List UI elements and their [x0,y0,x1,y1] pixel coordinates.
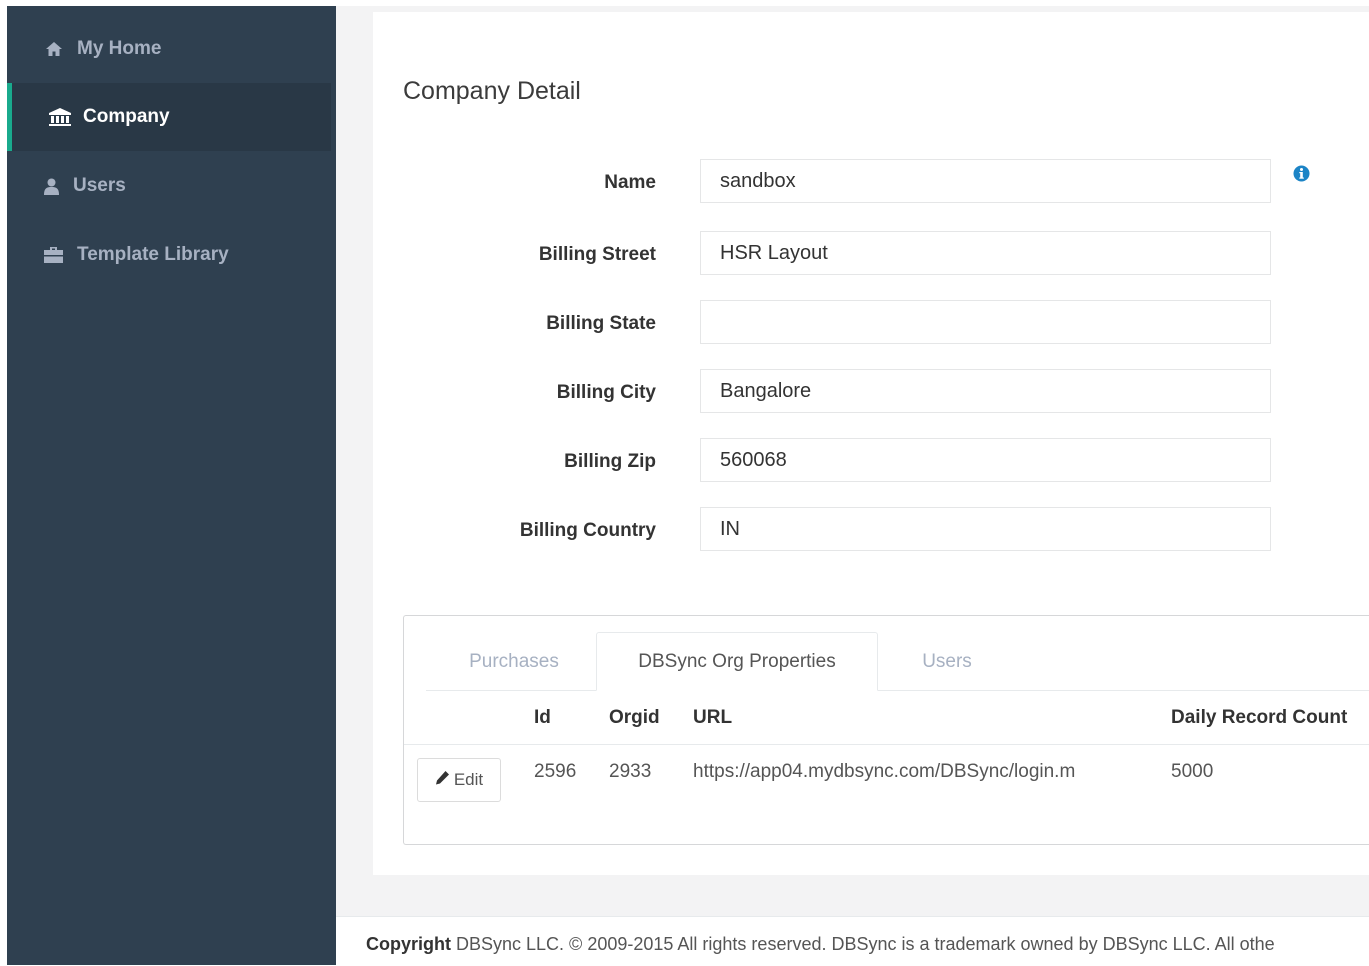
edit-button[interactable]: Edit [417,758,501,802]
sidebar-item-label: Users [73,175,126,196]
sidebar-item-label: Company [83,106,170,127]
billing-state-field[interactable] [700,300,1271,344]
copyright-label: Copyright [366,934,451,954]
column-header-orgid: Orgid [609,707,660,728]
name-label: Name [604,172,656,193]
billing-country-field[interactable] [700,507,1271,551]
sidebar-item-label: My Home [77,38,162,59]
cell-orgid: 2933 [609,761,652,782]
billing-country-label: Billing Country [519,520,656,541]
cell-daily-record-count: 5000 [1171,761,1214,782]
billing-street-label: Billing Street [538,244,656,265]
sidebar-item-users[interactable]: Users [7,152,336,220]
name-field[interactable] [700,159,1271,203]
footer-copyright: Copyright DBSync LLC. © 2009-2015 All ri… [366,934,1275,955]
user-icon [43,178,59,195]
pencil-icon [435,770,450,790]
billing-city-label: Billing City [556,382,656,403]
sidebar-item-company[interactable]: Company [7,83,331,151]
home-icon [43,41,65,57]
column-header-daily-record-count: Daily Record Count [1171,707,1348,728]
billing-state-label: Billing State [546,313,656,334]
page-title: Company Detail [403,77,581,105]
sidebar-item-label: Template Library [77,244,229,265]
billing-city-field[interactable] [700,369,1271,413]
billing-zip-label: Billing Zip [564,451,656,472]
bank-icon [49,108,71,126]
info-circle-icon[interactable] [1293,165,1310,182]
table-header-divider [404,744,1369,745]
cell-url: https://app04.mydbsync.com/DBSync/login.… [693,761,1076,782]
billing-zip-field[interactable] [700,438,1271,482]
copyright-text: DBSync LLC. © 2009-2015 All rights reser… [456,934,1275,954]
column-header-url: URL [693,707,733,728]
cell-id: 2596 [534,761,577,782]
sidebar-item-template-library[interactable]: Template Library [7,221,336,289]
tab-dbsync-org-properties[interactable]: DBSync Org Properties [596,632,878,691]
billing-street-field[interactable] [700,231,1271,275]
edit-button-label: Edit [453,770,484,789]
briefcase-icon [43,247,63,263]
tab-users[interactable]: Users [878,632,1016,691]
tab-purchases[interactable]: Purchases [430,632,598,691]
column-header-id: Id [534,707,551,728]
sidebar-item-my-home[interactable]: My Home [7,15,336,83]
